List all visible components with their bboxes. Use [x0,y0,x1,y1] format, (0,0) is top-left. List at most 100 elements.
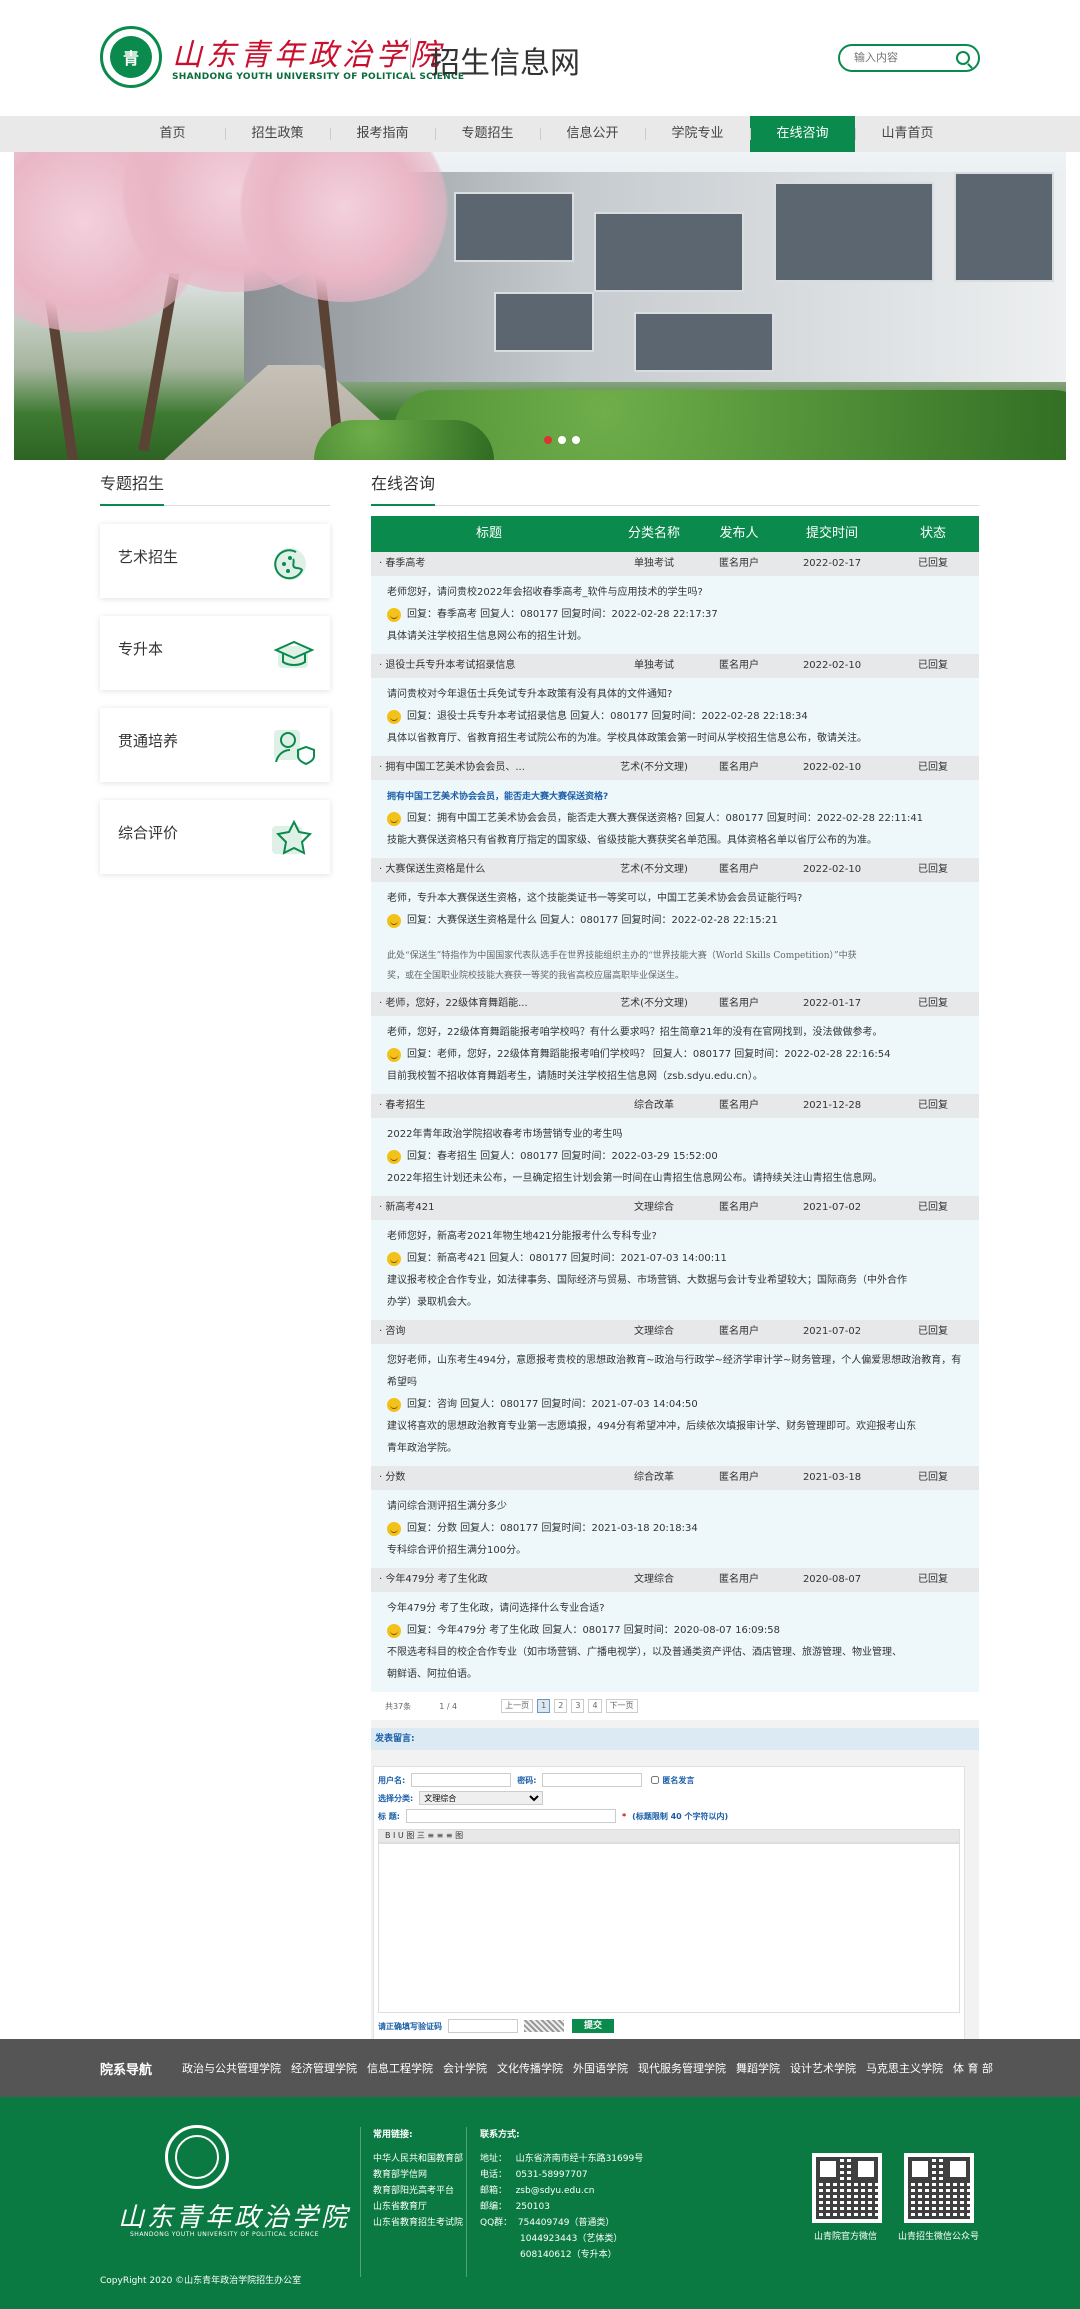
row-title[interactable]: · 退役士兵专升本考试招录信息 [371,654,607,678]
row-title[interactable]: · 咨询 [371,1320,607,1344]
username-input[interactable] [411,1773,512,1787]
logo-chinese[interactable]: 山东青年政治学院 [172,30,444,74]
footer-contact-title: 联系方式: [480,2130,520,2140]
footer-dept-link[interactable]: 经济管理学院 [291,2060,357,2076]
footer-contact: 联系方式: 地址： 山东省济南市经十东路31699号 电话： 0531-58997… [480,2127,643,2263]
nav-item-5[interactable]: 信息公开 [540,116,645,152]
row-user: 匿名用户 [719,1202,759,1213]
footer-link[interactable]: 教育部学信网 [373,2167,463,2183]
footer-link[interactable]: 教育部阳光高考平台 [373,2183,463,2199]
sidebar-item-upgrade[interactable]: 专升本 [100,616,330,690]
pager-next[interactable]: 下一页 [605,1699,638,1713]
carousel-dot[interactable] [544,436,552,444]
table-row[interactable]: · 春考招生 综合改革 匿名用户 2021-12-28 已回复 [371,1094,979,1118]
footer-link[interactable]: 山东省教育厅 [373,2199,463,2215]
editor-toolbar[interactable]: B I U 图 三 ≡ ≡ ≡ 图 [378,1829,960,1843]
table-row[interactable]: · 咨询 文理综合 匿名用户 2021-07-02 已回复 [371,1320,979,1344]
footer-dept-link[interactable]: 文化传播学院 [497,2060,563,2076]
carousel-dot[interactable] [572,436,580,444]
pager-page-2[interactable]: 2 [554,1699,568,1713]
footer-link[interactable]: 山东省教育招生考试院 [373,2215,463,2231]
footer-dept-link[interactable]: 信息工程学院 [367,2060,433,2076]
footer: 山东青年政治学院 SHANDONG YOUTH UNIVERSITY OF PO… [0,2097,1080,2309]
captcha-image[interactable] [524,2020,564,2032]
graduation-cap-icon [273,640,315,668]
question-text: 拥有中国工艺美术协会会员，能否走大赛大赛保送资格? [387,792,609,802]
main-nav: 首页 招生政策 报考指南 专题招生 信息公开 学院专业 在线咨询 山青首页 [0,116,1080,152]
carousel-dot[interactable] [558,436,566,444]
table-row[interactable]: · 新高考421 文理综合 匿名用户 2021-07-02 已回复 [371,1196,979,1220]
answer-text: 办学）录取机会大。 [387,1297,477,1308]
table-row[interactable]: · 春季高考 单独考试 匿名用户 2022-02-17 已回复 [371,552,979,576]
row-title[interactable]: · 新高考421 [371,1196,607,1220]
sidebar-item-art[interactable]: 艺术招生 [100,524,330,598]
table-row[interactable]: · 大赛保送生资格是什么 艺术(不分文理) 匿名用户 2022-02-10 已回复 [371,858,979,882]
smile-icon [387,1398,401,1412]
header: 青 山东青年政治学院 SHANDONG YOUTH UNIVERSITY OF … [0,0,1080,116]
sidebar-item-comprehensive[interactable]: 综合评价 [100,800,330,874]
question-text: 老师您好，请问贵校2022年会招收春季高考_软件与应用技术的学生吗? [387,587,703,598]
smile-icon [387,914,401,928]
question-text: 请问贵校对今年退伍士兵免试专升本政策有没有具体的文件通知? [387,689,673,700]
anonymous-checkbox[interactable] [651,1773,660,1787]
banner-carousel[interactable] [14,152,1066,460]
table-row[interactable]: · 拥有中国工艺美术协会会员、... 艺术(不分文理) 匿名用户 2022-02-10… [371,756,979,780]
pager-page-1[interactable]: 1 [537,1699,551,1713]
footer-dept-link[interactable]: 外国语学院 [573,2060,628,2076]
search-box [838,44,980,72]
nav-item-2[interactable]: 招生政策 [225,116,330,152]
captcha-input[interactable] [448,2019,518,2033]
footer-dept-link[interactable]: 现代服务管理学院 [638,2060,726,2076]
sidebar-item-label: 专升本 [118,640,164,658]
footer-links: 常用链接: 中华人民共和国教育部 教育部学信网 教育部阳光高考平台 山东省教育厅 山东省… [373,2127,463,2231]
subject-input[interactable] [405,1809,616,1823]
nav-item-1[interactable]: 首页 [120,116,225,152]
pager-page-4[interactable]: 4 [588,1699,602,1713]
carousel-dots [544,436,580,444]
footer-dept-link[interactable]: 会计学院 [443,2060,487,2076]
footer-link[interactable]: 中华人民共和国教育部 [373,2151,463,2167]
footer-dept-link[interactable]: 设计艺术学院 [790,2060,856,2076]
footer-dept-link[interactable]: 马克思主义学院 [866,2060,943,2076]
school-emblem-icon[interactable]: 青 [100,26,162,88]
table-row[interactable]: · 今年479分 考了生化政 文理综合 匿名用户 2020-08-07 已回复 [371,1568,979,1592]
footer-dept-link[interactable]: 政治与公共管理学院 [182,2060,281,2076]
reply-text: 回复：新高考421 回复人：080177 回复时间：2021-07-03 14:… [407,1253,727,1264]
smile-icon [387,812,401,826]
submit-button[interactable]: 提交 [572,2019,615,2033]
row-title[interactable]: · 老师，您好，22级体育舞蹈能... [371,992,607,1016]
row-title[interactable]: · 春考招生 [371,1094,607,1118]
username-label: 用户名: [378,1775,406,1785]
sidebar-item-through-training[interactable]: 贯通培养 [100,708,330,782]
smile-icon [387,1522,401,1536]
search-input[interactable] [854,46,954,69]
sidebar-item-label: 贯通培养 [118,732,179,750]
pager-page-3[interactable]: 3 [571,1699,585,1713]
table-row[interactable]: · 退役士兵专升本考试招录信息 单独考试 匿名用户 2022-02-10 已回复 [371,654,979,678]
row-title[interactable]: · 分数 [371,1466,607,1490]
row-title[interactable]: · 拥有中国工艺美术协会会员、... [371,756,607,780]
search-icon[interactable] [956,51,970,65]
category-select[interactable]: 文理综合 [419,1791,544,1805]
table-row[interactable]: · 分数 综合改革 匿名用户 2021-03-18 已回复 [371,1466,979,1490]
table-row[interactable]: · 老师，您好，22级体育舞蹈能... 艺术(不分文理) 匿名用户 2022-01-1… [371,992,979,1016]
row-title[interactable]: · 今年479分 考了生化政 [371,1568,607,1592]
consult-list: · 春季高考 单独考试 匿名用户 2022-02-17 已回复老师您好，请问贵校2022… [371,552,979,1692]
footer-dept-link[interactable]: 体 育 部 [953,2060,993,2076]
footer-dept-nav: 院系导航 政治与公共管理学院 经济管理学院 信息工程学院 会计学院 文化传播学院 外国语学… [0,2039,1080,2097]
row-detail: 拥有中国工艺美术协会会员，能否走大赛大赛保送资格? 回复：拥有中国工艺美术协会会员… [371,780,979,858]
smile-icon [387,608,401,622]
row-title[interactable]: · 大赛保送生资格是什么 [371,858,607,882]
nav-item-7[interactable]: 在线咨询 [750,116,855,152]
row-title[interactable]: · 春季高考 [371,552,607,576]
nav-item-3[interactable]: 报考指南 [330,116,435,152]
nav-item-6[interactable]: 学院专业 [645,116,750,152]
answer-text: 奖，或在全国职业院校技能大赛获一等奖的我省高校应届高职毕业保送生。 [387,971,685,981]
footer-dept-link[interactable]: 舞蹈学院 [736,2060,780,2076]
row-user: 匿名用户 [719,1326,759,1337]
password-input[interactable] [542,1773,643,1787]
nav-item-8[interactable]: 山青首页 [855,116,960,152]
nav-item-4[interactable]: 专题招生 [435,116,540,152]
pager-prev[interactable]: 上一页 [501,1699,534,1713]
message-textarea[interactable] [378,1843,960,2013]
